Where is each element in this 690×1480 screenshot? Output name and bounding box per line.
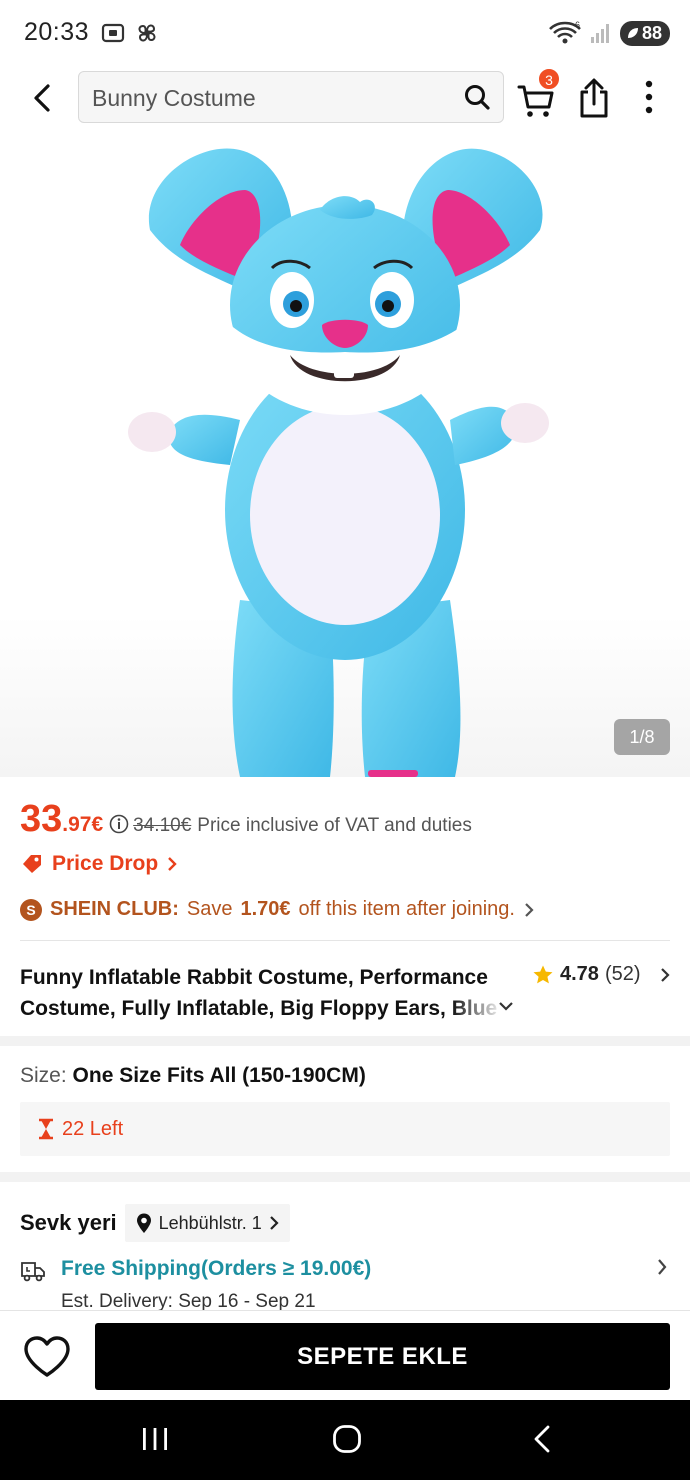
chevron-right-icon [525, 902, 534, 917]
price-original: 34.10€ [133, 815, 192, 836]
free-shipping-row[interactable]: Free Shipping(Orders ≥ 19.00€) [20, 1256, 670, 1286]
delivery-truck-icon [21, 1262, 45, 1282]
price-tag-icon [23, 855, 41, 873]
chevron-right-icon [660, 967, 670, 982]
info-icon[interactable] [109, 814, 129, 834]
status-bar: 20:33 6 88 [0, 0, 690, 66]
top-nav: Bunny Costume 3 [0, 66, 690, 130]
price-note: Price inclusive of VAT and duties [197, 815, 472, 836]
home-icon[interactable] [332, 1424, 362, 1454]
size-value: One Size Fits All (150-190CM) [72, 1064, 366, 1087]
signal-icon [590, 24, 609, 43]
more-options-icon[interactable] [634, 76, 664, 120]
size-row: Size: One Size Fits All (150-190CM) [20, 1064, 366, 1088]
chevron-down-icon[interactable] [496, 998, 516, 1014]
price-decimal: .97€ [62, 813, 104, 836]
battery-saver-icon [627, 28, 638, 38]
android-nav-bar [0, 1400, 690, 1480]
club-promo[interactable]: S SHEIN CLUB: Save 1.70€ off this item a… [20, 898, 535, 921]
wifi-label: 6 [575, 20, 580, 30]
recent-apps-icon[interactable] [140, 1426, 170, 1452]
stock-text: 22 Left [62, 1117, 124, 1140]
price-main: 33 [20, 798, 63, 840]
product-image-gallery[interactable]: 1/8 [0, 130, 690, 777]
location-text: Lehbühlstr. 1 [158, 1212, 262, 1233]
status-notification-icons [100, 20, 160, 46]
ship-from-label: Sevk yeri [20, 1210, 117, 1235]
search-query: Bunny Costume [92, 85, 256, 111]
location-selector[interactable]: Lehbühlstr. 1 [124, 1204, 290, 1242]
price-row: 33 .97€ 34.10€ Price inclusive of VAT an… [20, 798, 472, 841]
divider [20, 940, 670, 941]
system-back-icon[interactable] [530, 1424, 554, 1454]
add-to-cart-button[interactable]: SEPETE EKLE [95, 1323, 670, 1390]
ship-from: Sevk yeri Lehbühlstr. 1 [20, 1204, 290, 1242]
stock-indicator: 22 Left [20, 1102, 670, 1156]
club-amount: 1.70€ [240, 898, 291, 920]
review-count: (52) [604, 963, 641, 985]
status-system-icons: 6 88 [548, 20, 670, 46]
hourglass-icon [39, 1118, 53, 1140]
club-name: SHEIN CLUB: [50, 898, 179, 920]
chevron-right-icon [269, 1216, 279, 1230]
battery-level: 88 [641, 22, 662, 43]
chevron-right-icon [658, 1259, 667, 1275]
pinwheel-icon [138, 24, 156, 42]
club-text-after: off this item after joining. [298, 898, 515, 920]
status-time: 20:33 [24, 18, 90, 46]
search-icon[interactable] [463, 83, 491, 111]
section-divider [0, 1036, 690, 1046]
rating[interactable]: 4.78 (52) [532, 963, 671, 986]
product-image [128, 148, 549, 777]
back-button[interactable] [22, 78, 62, 118]
price-drop-label: Price Drop [52, 852, 159, 875]
product-title: Funny Inflatable Rabbit Costume, Perform… [20, 966, 498, 1020]
rating-value: 4.78 [560, 963, 599, 985]
chevron-right-icon [168, 857, 177, 871]
size-label: Size: [20, 1064, 67, 1087]
star-icon [533, 965, 553, 983]
club-text-before: Save [186, 898, 233, 920]
section-divider [0, 1172, 690, 1182]
bottom-action-bar: SEPETE EKLE [0, 1310, 690, 1400]
free-shipping-text: Free Shipping(Orders ≥ 19.00€) [61, 1257, 372, 1280]
location-pin-icon [136, 1213, 151, 1233]
share-icon[interactable] [574, 76, 614, 120]
battery-indicator: 88 [619, 20, 670, 46]
image-counter: 1/8 [614, 719, 670, 755]
chevron-left-icon [34, 84, 50, 112]
screenshot-icon [101, 23, 125, 43]
search-input[interactable]: Bunny Costume [78, 71, 504, 123]
club-badge-icon: S [20, 898, 42, 921]
price-drop-link[interactable]: Price Drop [20, 852, 178, 876]
cart-badge: 3 [538, 68, 560, 90]
heart-icon[interactable] [22, 1335, 72, 1379]
wifi-icon: 6 [549, 20, 581, 44]
